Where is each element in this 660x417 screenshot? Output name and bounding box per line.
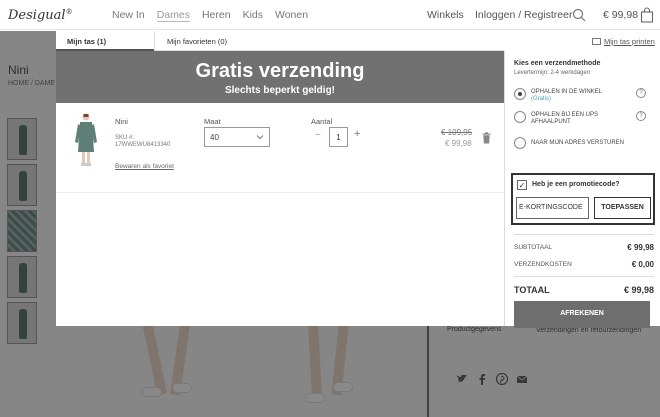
current-price: € 99,98 [445,139,472,148]
shipping-cost-row: VERZENDKOSTEN € 0,00 [514,260,654,269]
login-link[interactable]: Inloggen / Registreer [475,0,572,30]
search-icon[interactable] [572,8,586,22]
product-name: Nini [115,117,128,126]
shipping-option-label: NAAR MIJN ADRES VERSTUREN [531,140,625,146]
quantity-decrease-button[interactable]: − [315,130,321,141]
help-icon[interactable]: ? [636,111,646,121]
promo-label: Heb je een promotiecode? [532,181,620,188]
cart-tabs: Mijn tas (1) Mijn favorieten (0) [56,31,504,51]
delivery-time: Levertermijn: 2-4 werkdagen [514,70,591,76]
radio-unselected[interactable] [514,111,526,123]
site-header: Desigual® New In Dames Heren Kids Wonen … [0,0,660,30]
nav-kids[interactable]: Kids [243,9,263,21]
divider [514,276,654,277]
total-label: TOTAAL [514,285,550,295]
printer-icon [592,38,601,45]
promo-code-input[interactable]: E-KORTINGSCODE [516,197,589,219]
banner-subtitle: Slechts beperkt geldig! [224,85,336,96]
tab-my-favorites[interactable]: Mijn favorieten (0) [154,31,284,51]
promo-code-box: ✓ Heb je een promotiecode? E-KORTINGSCOD… [511,173,655,225]
radio-unselected[interactable] [514,137,526,149]
trash-icon[interactable] [482,132,491,144]
promo-checkbox[interactable]: ✓ [517,180,527,190]
original-price: € 109,95 [441,128,473,137]
size-select[interactable]: 40 [204,127,270,147]
nav-new-in[interactable]: New In [112,9,145,21]
main-nav: New In Dames Heren Kids Wonen [112,0,320,30]
stores-link[interactable]: Winkels [427,0,464,30]
divider [514,234,654,235]
tab-my-bag[interactable]: Mijn tas (1) [56,31,154,51]
shipping-option-label: OPHALEN BIJ EEN UPS AFHAALPUNT [531,112,599,125]
nav-dames[interactable]: Dames [156,9,190,22]
quantity-increase-button[interactable]: + [354,128,360,140]
free-shipping-banner: Gratis verzending Slechts beperkt geldig… [56,51,504,103]
cart-total[interactable]: € 99,98 [603,0,638,30]
shipping-method-heading: Kies een verzendmethode [514,60,601,67]
logo[interactable]: Desigual® [8,8,73,23]
help-icon[interactable]: ? [636,88,646,98]
order-summary-panel: Kies een verzendmethode Levertermijn: 2-… [504,51,660,328]
subtotal-value: € 99,98 [627,243,654,252]
cart-modal: Mijn tas (1) Mijn favorieten (0) Mijn ta… [56,31,660,328]
product-thumbnail[interactable] [74,112,98,167]
radio-selected[interactable] [514,88,526,100]
apply-button[interactable]: TOEPASSEN [594,197,651,219]
product-sku: SKU #: 17WWEWU8413340 [115,135,171,148]
chevron-down-icon [256,135,264,140]
checkout-button[interactable]: AFREKENEN [514,301,650,328]
save-as-favorite-link[interactable]: Bewaren als favoriet [115,163,174,170]
size-label: Maat [204,117,221,126]
subtotal-row: SUBTOTAAL € 99,98 [514,243,654,252]
nav-heren[interactable]: Heren [202,9,231,21]
quantity-input[interactable]: 1 [329,127,348,147]
quantity-label: Aantal [311,117,333,126]
banner-title: Gratis verzending [195,60,365,82]
nav-wonen[interactable]: Wonen [275,9,308,21]
panel-divider [504,51,505,326]
shipping-cost-value: € 0,00 [631,260,654,269]
shipping-option-label: OPHALEN IN DE WINKEL (Gratis) [531,89,603,102]
cart-item: Nini SKU #: 17WWEWU8413340 Bewaren als f… [56,103,504,193]
print-bag-link[interactable]: Mijn tas printen [592,37,655,46]
shopping-bag-icon[interactable] [640,7,654,23]
total-value: € 99,98 [623,285,654,295]
